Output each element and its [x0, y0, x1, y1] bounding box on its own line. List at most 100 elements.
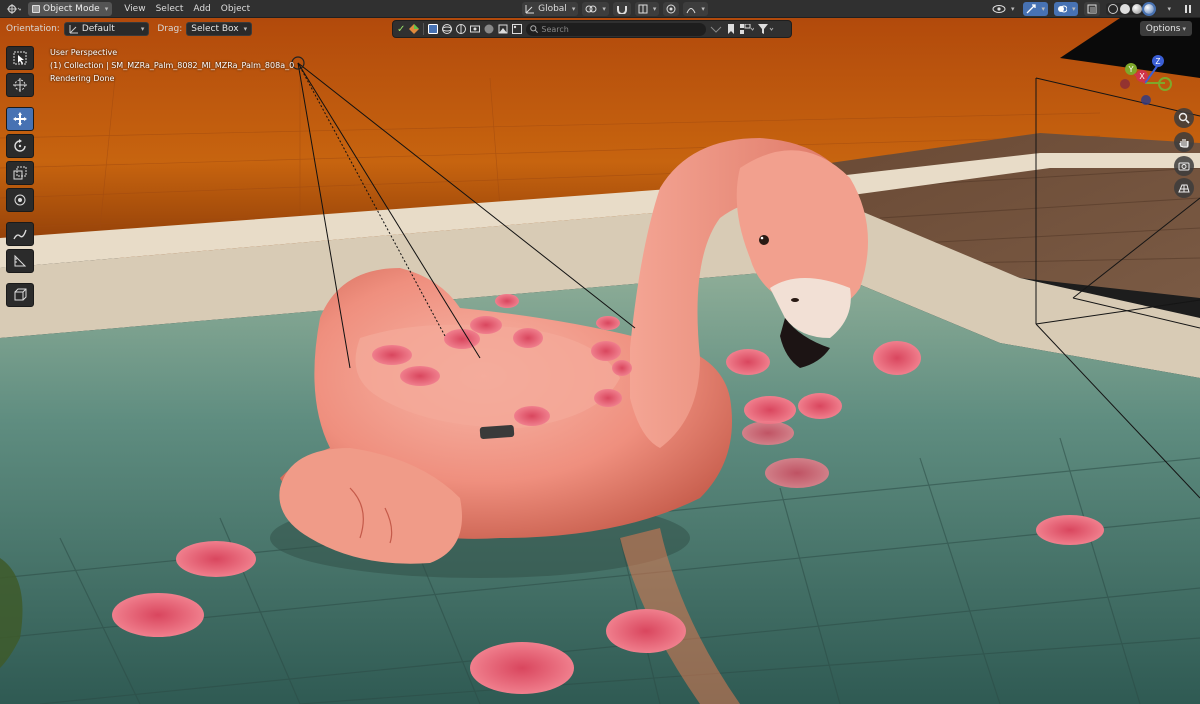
pan-button[interactable]: [1174, 132, 1194, 152]
object-mode-icon: [32, 4, 40, 13]
editor-type-icon: [7, 3, 21, 14]
object-color-icon[interactable]: [409, 24, 420, 34]
world-icon[interactable]: [484, 24, 494, 34]
snap-grid-icon: [638, 4, 648, 13]
view-object-types-dropdown[interactable]: [989, 2, 1018, 16]
cursor-icon: [13, 78, 27, 92]
tool-transform[interactable]: [6, 188, 34, 212]
pivot-icon: [585, 5, 597, 12]
hand-icon: [1179, 139, 1189, 148]
snap-target-dropdown[interactable]: [634, 1, 660, 16]
filter-icon[interactable]: [758, 24, 774, 34]
orientation-axis-icon: [69, 25, 78, 34]
zoom-icon: [1178, 112, 1190, 124]
shading-options-dropdown[interactable]: [1162, 2, 1174, 16]
camera-small-icon[interactable]: [470, 24, 481, 34]
toolbar: [6, 46, 34, 307]
eye-icon: [992, 4, 1006, 13]
tool-select-box[interactable]: [6, 46, 34, 70]
restrict-select-icon[interactable]: [428, 24, 439, 34]
rotate-icon: [14, 139, 26, 152]
falloff-icon: [686, 7, 696, 13]
orientation-icon: [525, 4, 535, 13]
options-label: Options: [1145, 23, 1181, 34]
camera-icon: [1178, 162, 1190, 171]
flamingo-eye: [759, 235, 769, 245]
show-overlays-toggle[interactable]: [1053, 1, 1079, 16]
gizmo-x-label: X: [1139, 72, 1145, 81]
proportional-edit-icon: [666, 4, 676, 13]
tool-rotate[interactable]: [6, 134, 34, 158]
orientation-value: Default: [81, 24, 115, 34]
drag-label: Drag:: [157, 24, 183, 34]
globe-icon[interactable]: [456, 24, 467, 34]
shading-material-icon[interactable]: [1132, 3, 1143, 14]
snap-toggle[interactable]: [612, 1, 631, 16]
float-handle: [479, 425, 515, 439]
search-icon: [530, 25, 539, 33]
image-icon[interactable]: [512, 24, 523, 34]
gizmo-z-negative[interactable]: [1141, 95, 1151, 105]
ortho-toggle-button[interactable]: [1174, 178, 1194, 198]
falloff-dropdown[interactable]: [683, 1, 708, 16]
shading-rendered-icon[interactable]: [1144, 3, 1155, 14]
display-mode-icon[interactable]: [740, 24, 755, 34]
viewport-header: Object Mode View Select Add Object Globa…: [0, 0, 1200, 18]
sphere-icon[interactable]: [442, 24, 453, 34]
render-icon[interactable]: [498, 24, 508, 34]
menu-object[interactable]: Object: [221, 4, 250, 14]
editor-type-button[interactable]: [3, 2, 25, 16]
magnet-icon: [616, 5, 627, 14]
drag-dropdown[interactable]: Select Box: [186, 22, 253, 36]
search-input[interactable]: Search: [526, 22, 707, 36]
pause-render-button[interactable]: [1180, 2, 1196, 16]
zoom-button[interactable]: [1174, 108, 1194, 128]
navigation-gizmo[interactable]: Z Y X: [1110, 48, 1180, 118]
orientation-label: Orientation:: [6, 24, 60, 34]
gizmo-z-label: Z: [1156, 57, 1161, 66]
shading-mode-switch: [1106, 2, 1157, 15]
transform-orientation-dropdown[interactable]: Global: [522, 1, 579, 16]
viewport-info: User Perspective (1) Collection | SM_MZR…: [50, 46, 294, 85]
checkmark-icon[interactable]: ✓: [397, 24, 405, 35]
move-icon: [13, 112, 27, 126]
proportional-edit-toggle[interactable]: [663, 1, 680, 16]
search-placeholder: Search: [541, 24, 569, 34]
tool-cursor[interactable]: [6, 73, 34, 97]
gizmo-icon: [1026, 3, 1037, 13]
add-cube-icon: [14, 288, 27, 301]
drag-value: Select Box: [191, 24, 239, 34]
expand-icon[interactable]: [710, 24, 722, 34]
bookmark-icon[interactable]: [726, 24, 736, 34]
grid-icon: [1178, 184, 1190, 193]
tool-add-cube[interactable]: [6, 283, 34, 307]
measure-icon: [14, 254, 27, 267]
annotate-icon: [13, 229, 27, 240]
tool-scale[interactable]: [6, 161, 34, 185]
outliner-filter-bar: ✓ Search: [392, 20, 792, 38]
menu-select[interactable]: Select: [156, 4, 184, 14]
show-gizmo-toggle[interactable]: [1023, 1, 1048, 16]
overlays-icon: [1057, 5, 1067, 12]
select-box-icon: [13, 51, 27, 65]
options-dropdown[interactable]: Options: [1139, 21, 1192, 36]
mode-label: Object Mode: [43, 3, 100, 14]
shading-solid-icon[interactable]: [1120, 3, 1131, 14]
tool-annotate[interactable]: [6, 222, 34, 246]
tool-measure[interactable]: [6, 249, 34, 273]
pivot-point-dropdown[interactable]: [582, 1, 609, 16]
perspective-label: User Perspective: [50, 48, 118, 57]
menu-view[interactable]: View: [124, 4, 145, 14]
3d-viewport[interactable]: User Perspective (1) Collection | SM_MZR…: [0, 18, 1200, 704]
menu-add[interactable]: Add: [193, 4, 210, 14]
scale-icon: [13, 166, 27, 180]
orientation-label: Global: [538, 3, 567, 14]
xray-toggle[interactable]: [1084, 1, 1101, 16]
mode-dropdown[interactable]: Object Mode: [28, 1, 113, 16]
orientation-dropdown[interactable]: Default: [63, 22, 150, 36]
shading-wireframe-icon[interactable]: [1108, 3, 1119, 14]
tool-move[interactable]: [6, 107, 34, 131]
xray-icon: [1087, 4, 1097, 13]
camera-view-button[interactable]: [1174, 156, 1194, 176]
gizmo-x-negative[interactable]: [1120, 79, 1130, 89]
